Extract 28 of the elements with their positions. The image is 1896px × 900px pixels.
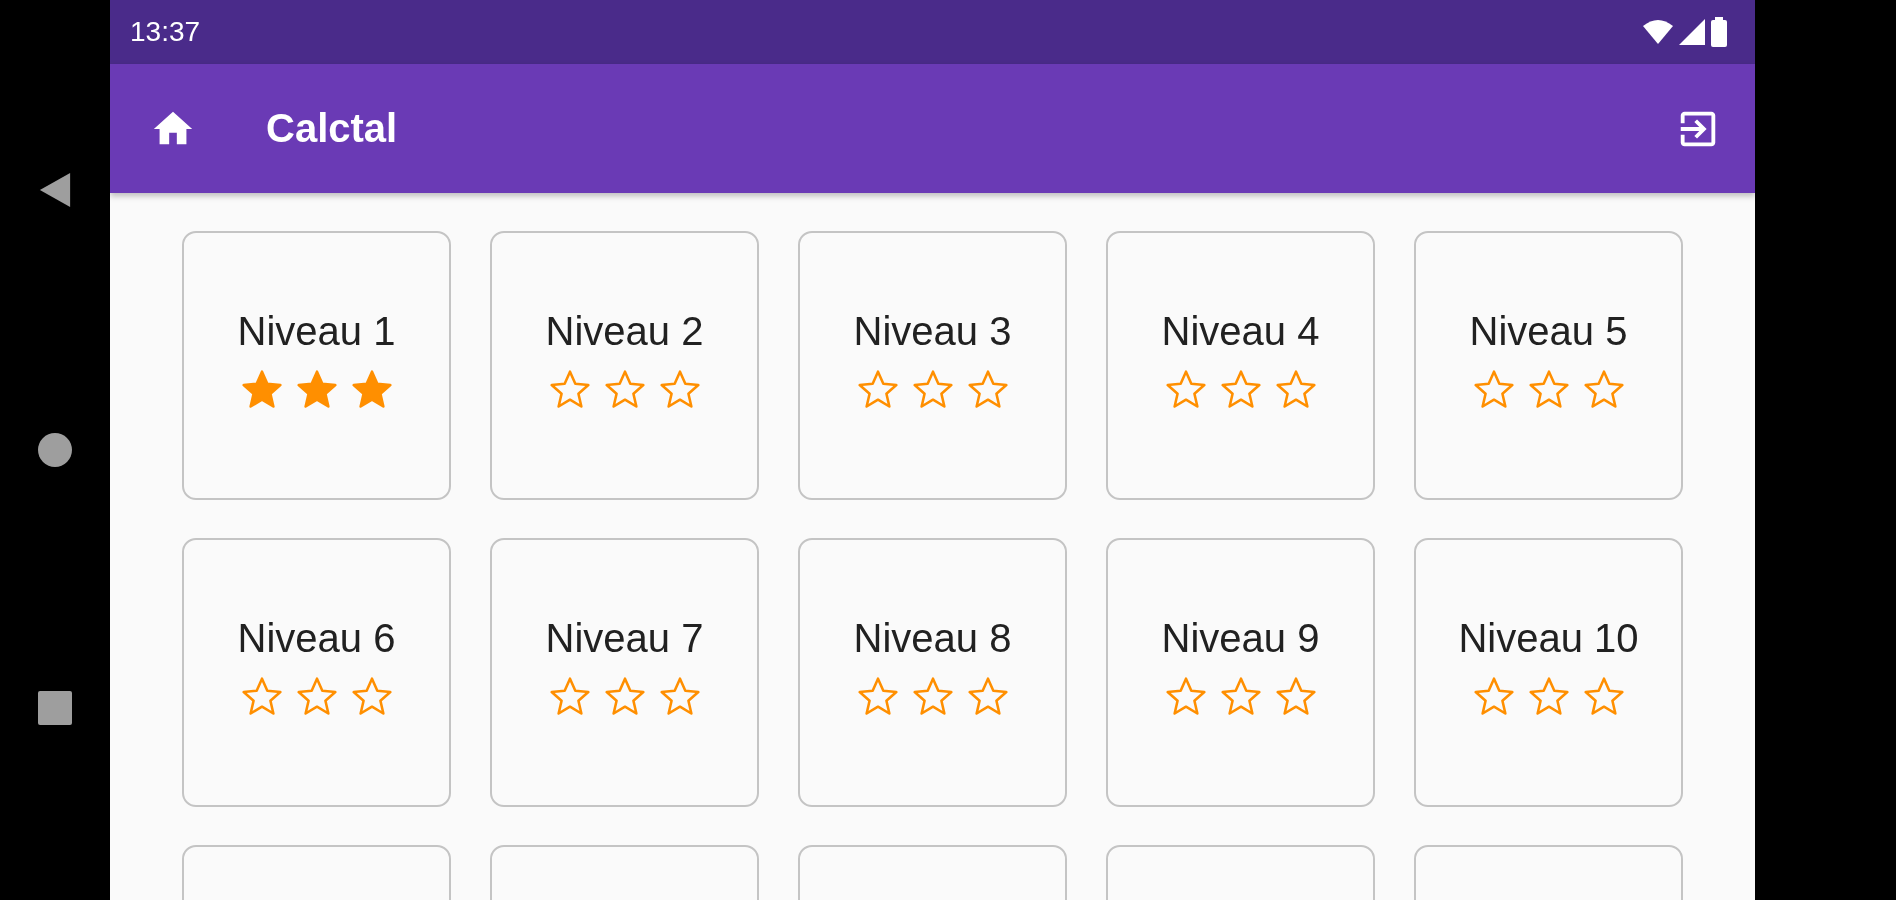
level-title: Niveau 8 bbox=[853, 616, 1012, 661]
level-title: Niveau 2 bbox=[545, 309, 704, 354]
level-card[interactable]: Niveau 3 bbox=[798, 231, 1067, 500]
level-card[interactable]: Niveau 9 bbox=[1106, 538, 1375, 807]
status-time: 13:37 bbox=[130, 16, 201, 48]
level-title: Niveau 1 bbox=[237, 309, 396, 354]
level-card[interactable]: Niveau 8 bbox=[798, 538, 1067, 807]
wifi-icon bbox=[1643, 20, 1673, 44]
signal-icon bbox=[1679, 19, 1705, 45]
level-card[interactable]: Niveau 10 bbox=[1414, 538, 1683, 807]
level-card[interactable]: Niveau 2 bbox=[490, 231, 759, 500]
level-card[interactable]: Niveau 6 bbox=[182, 538, 451, 807]
home-circle-icon[interactable] bbox=[38, 433, 72, 467]
battery-icon bbox=[1711, 17, 1727, 47]
app-title: Calctal bbox=[266, 106, 399, 151]
level-title: Niveau 10 bbox=[1458, 616, 1639, 661]
level-title: Niveau 5 bbox=[1469, 309, 1628, 354]
level-title: Niveau 4 bbox=[1161, 309, 1320, 354]
level-card[interactable]: Niveau 1 bbox=[182, 231, 451, 500]
recents-square-icon[interactable] bbox=[38, 691, 72, 725]
level-card[interactable]: Niveau 7 bbox=[490, 538, 759, 807]
level-title: Niveau 9 bbox=[1161, 616, 1320, 661]
level-title: Niveau 7 bbox=[545, 616, 704, 661]
back-icon[interactable] bbox=[38, 171, 72, 209]
level-card[interactable]: Niveau 4 bbox=[1106, 231, 1375, 500]
level-card[interactable]: Niveau 5 bbox=[1414, 231, 1683, 500]
level-title: Niveau 3 bbox=[853, 309, 1012, 354]
level-title: Niveau 6 bbox=[237, 616, 396, 661]
